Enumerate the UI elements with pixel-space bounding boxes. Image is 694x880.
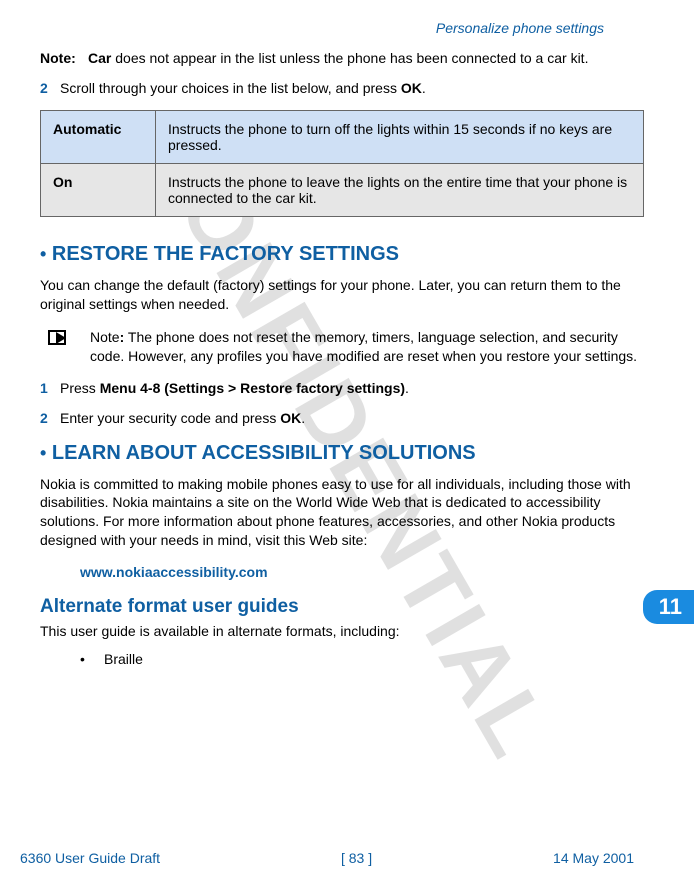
step-1: 1 Press Menu 4-8 (Settings > Restore fac… [40, 380, 644, 396]
step-number: 2 [40, 80, 60, 96]
accessibility-url[interactable]: www.nokiaaccessibility.com [80, 564, 644, 580]
bullet-icon: • [80, 651, 104, 667]
chapter-tab: 11 [643, 590, 694, 624]
step-body: Scroll through your choices in the list … [60, 80, 644, 96]
note-bold-word: Car [88, 50, 111, 66]
step-number: 2 [40, 410, 60, 426]
section-heading-restore: • RESTORE THE FACTORY SETTINGS [40, 243, 644, 266]
bullet-icon: • [40, 443, 46, 463]
option-label: Automatic [41, 111, 156, 164]
t: Press [60, 380, 100, 396]
note-block: Note: Car does not appear in the list un… [40, 50, 644, 66]
t: . [301, 410, 305, 426]
inline-note: Note: The phone does not reset the memor… [40, 328, 644, 366]
step-2: 2 Enter your security code and press OK. [40, 410, 644, 426]
inline-note-text: Note: The phone does not reset the memor… [90, 328, 644, 366]
t: . [405, 380, 409, 396]
section-title: RESTORE THE FACTORY SETTINGS [52, 243, 399, 265]
subsection-body: This user guide is available in alternat… [40, 622, 644, 641]
option-desc: Instructs the phone to turn off the ligh… [156, 111, 644, 164]
note-label: Note: [40, 50, 88, 66]
list-item-text: Braille [104, 651, 143, 667]
step-2-pre: 2 Scroll through your choices in the lis… [40, 80, 644, 96]
section-title: LEARN ABOUT ACCESSIBILITY SOLUTIONS [52, 442, 476, 464]
page-footer: 6360 User Guide Draft [ 83 ] 14 May 2001 [0, 850, 694, 866]
option-desc: Instructs the phone to leave the lights … [156, 164, 644, 217]
section-body: Nokia is committed to making mobile phon… [40, 475, 644, 551]
table-row: On Instructs the phone to leave the ligh… [41, 164, 644, 217]
step-text-b: OK [401, 80, 422, 96]
note-rest: does not appear in the list unless the p… [111, 50, 588, 66]
list-item: • Braille [80, 651, 644, 667]
note-body: The phone does not reset the memory, tim… [90, 329, 637, 364]
footer-right: 14 May 2001 [553, 850, 634, 866]
section-body: You can change the default (factory) set… [40, 276, 644, 314]
header-section-link: Personalize phone settings [40, 20, 644, 36]
table-row: Automatic Instructs the phone to turn of… [41, 111, 644, 164]
t: Enter your security code and press [60, 410, 280, 426]
step-text-a: Scroll through your choices in the list … [60, 80, 401, 96]
note-icon [40, 328, 90, 366]
t: OK [280, 410, 301, 426]
subsection-heading: Alternate format user guides [40, 596, 644, 618]
t: Menu 4-8 (Settings > Restore factory set… [100, 380, 405, 396]
note-word: Note [90, 329, 120, 345]
option-label: On [41, 164, 156, 217]
note-text: Car does not appear in the list unless t… [88, 50, 644, 66]
step-body: Enter your security code and press OK. [60, 410, 644, 426]
options-table: Automatic Instructs the phone to turn of… [40, 110, 644, 217]
step-text-c: . [422, 80, 426, 96]
step-number: 1 [40, 380, 60, 396]
step-body: Press Menu 4-8 (Settings > Restore facto… [60, 380, 644, 396]
bullet-icon: • [40, 244, 46, 264]
footer-left: 6360 User Guide Draft [20, 850, 160, 866]
footer-page-number: [ 83 ] [341, 850, 372, 866]
section-heading-accessibility: • LEARN ABOUT ACCESSIBILITY SOLUTIONS [40, 442, 644, 465]
